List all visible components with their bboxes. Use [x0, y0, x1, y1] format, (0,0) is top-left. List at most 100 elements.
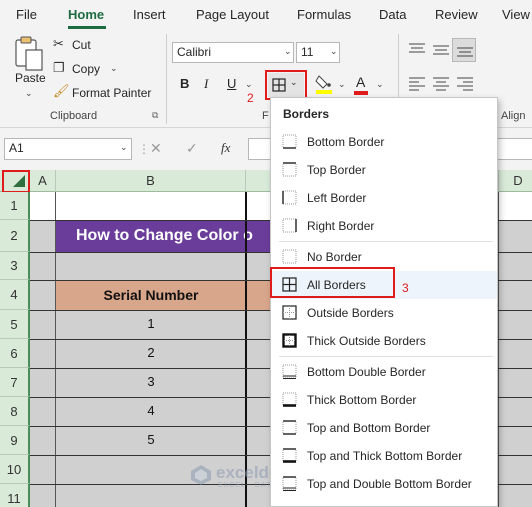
menu-item-label: Bottom Border — [307, 135, 385, 149]
align-right-icon[interactable] — [456, 76, 474, 92]
header-cell-c[interactable] — [246, 280, 270, 310]
menu-item-bottom-double-border[interactable]: Bottom Double Border — [271, 358, 497, 386]
font-name-field[interactable]: Calibri — [172, 42, 294, 63]
menu-item-label: Thick Outside Borders — [307, 334, 426, 348]
font-color-button[interactable]: A — [356, 74, 365, 90]
bold-button[interactable]: B — [180, 76, 189, 91]
menu-item-label: Bottom Double Border — [307, 365, 426, 379]
align-middle-icon[interactable] — [432, 42, 450, 58]
right-border-icon — [282, 218, 297, 233]
all-borders-highlight — [270, 267, 395, 298]
name-box-chevron-down-icon[interactable]: ⌄ — [120, 142, 128, 153]
align-center-icon[interactable] — [432, 76, 450, 92]
column-border-line — [498, 192, 499, 507]
menu-formulas[interactable]: Formulas — [297, 7, 351, 22]
row-header-11[interactable]: 11 — [0, 484, 30, 507]
fill-color-chevron-down-icon[interactable]: ⌄ — [338, 79, 346, 90]
menu-item-top-and-bottom-border[interactable]: Top and Bottom Border — [271, 414, 497, 442]
menu-page-layout[interactable]: Page Layout — [196, 7, 269, 22]
cancel-icon[interactable]: ✕ — [150, 140, 162, 157]
menu-item-label: Thick Bottom Border — [307, 393, 417, 407]
font-name-chevron-down-icon[interactable]: ⌄ — [284, 46, 292, 57]
row-header-3[interactable]: 3 — [0, 252, 30, 280]
font-color-chevron-down-icon[interactable]: ⌄ — [376, 79, 384, 90]
bottom-border-icon — [282, 134, 297, 149]
menu-item-top-and-double-bottom-border[interactable]: Top and Double Bottom Border — [271, 470, 497, 498]
menu-item-label: Top and Bottom Border — [307, 421, 431, 435]
font-size-value: 11 — [301, 45, 314, 59]
column-header-d[interactable]: D — [498, 170, 532, 192]
dialog-launcher-icon[interactable]: ⧉ — [152, 110, 158, 121]
borders-dropdown-menu: Borders Bottom Border Top Border Left Bo… — [270, 97, 498, 507]
row-header-9[interactable]: 9 — [0, 426, 30, 455]
name-box[interactable]: A1 — [4, 138, 132, 160]
copy-button[interactable]: Copy — [72, 62, 100, 76]
row-header-2[interactable]: 2 — [0, 220, 30, 252]
insert-function-icon[interactable]: fx — [221, 140, 230, 156]
row-header-6[interactable]: 6 — [0, 339, 30, 368]
select-all-highlight — [2, 170, 30, 193]
menu-item-left-border[interactable]: Left Border — [271, 184, 497, 212]
menu-insert[interactable]: Insert — [133, 7, 166, 22]
serial-number-cell[interactable]: 4 — [56, 403, 246, 418]
menu-item-thick-bottom-border[interactable]: Thick Bottom Border — [271, 386, 497, 414]
menu-view[interactable]: View — [502, 7, 530, 22]
row-header-7[interactable]: 7 — [0, 368, 30, 397]
align-left-icon[interactable] — [408, 76, 426, 92]
align-bottom-button[interactable] — [452, 38, 476, 62]
menu-item-right-border[interactable]: Right Border — [271, 212, 497, 240]
format-painter-button[interactable]: Format Painter — [72, 86, 151, 100]
column-header-a[interactable]: A — [30, 170, 56, 192]
serial-number-header-cell[interactable]: Serial Number — [56, 280, 246, 310]
format-painter-icon[interactable]: 🖌 — [53, 83, 70, 99]
menu-home[interactable]: Home — [68, 7, 104, 22]
no-border-icon — [282, 249, 297, 264]
menu-review[interactable]: Review — [435, 7, 478, 22]
paste-button[interactable]: Paste — [15, 71, 46, 85]
borders-button-highlight — [265, 70, 307, 100]
enter-icon[interactable]: ✓ — [186, 140, 198, 157]
paste-icon[interactable] — [12, 36, 46, 74]
menu-item-label: Top and Thick Bottom Border — [307, 449, 463, 463]
row-header-4[interactable]: 4 — [0, 280, 30, 310]
fill-color-icon[interactable] — [315, 74, 333, 94]
step-2-label: 2 — [247, 91, 254, 105]
underline-button[interactable]: U — [227, 76, 236, 91]
row-header-10[interactable]: 10 — [0, 455, 30, 484]
cut-button[interactable]: Cut — [72, 38, 91, 52]
row-header-8[interactable]: 8 — [0, 397, 30, 426]
align-top-icon[interactable] — [408, 42, 426, 58]
copy-icon[interactable]: ❐ — [53, 60, 65, 76]
outside-borders-icon — [282, 305, 297, 320]
menu-file[interactable]: File — [16, 7, 37, 22]
copy-chevron-down-icon[interactable]: ⌄ — [110, 63, 118, 74]
menu-item-bottom-border[interactable]: Bottom Border — [271, 128, 497, 156]
serial-number-cell[interactable]: 3 — [56, 374, 246, 389]
clipboard-group-label: Clipboard — [50, 110, 98, 122]
formula-bar-more-icon: ⋮ — [138, 142, 150, 156]
menu-item-top-and-thick-bottom-border[interactable]: Top and Thick Bottom Border — [271, 442, 497, 470]
italic-button[interactable]: I — [204, 76, 208, 92]
menu-item-thick-outside-borders[interactable]: Thick Outside Borders — [271, 327, 497, 355]
title-cell[interactable]: How to Change Color o — [56, 220, 276, 252]
serial-number-cell[interactable]: 1 — [56, 316, 246, 331]
cut-icon[interactable]: ✂ — [53, 36, 64, 52]
title-text: How to Change Color o — [76, 227, 253, 244]
ribbon-separator — [166, 34, 167, 124]
row-header-1[interactable]: 1 — [0, 192, 30, 220]
thick-outside-borders-icon — [282, 333, 297, 348]
top-and-double-bottom-border-icon — [282, 476, 297, 491]
menu-item-outside-borders[interactable]: Outside Borders — [271, 299, 497, 327]
serial-number-cell[interactable]: 5 — [56, 432, 246, 447]
menu-data[interactable]: Data — [379, 7, 406, 22]
menu-separator — [279, 356, 493, 357]
top-and-bottom-border-icon — [282, 420, 297, 435]
row-header-5[interactable]: 5 — [0, 310, 30, 339]
underline-chevron-down-icon[interactable]: ⌄ — [245, 79, 253, 90]
column-header-b[interactable]: B — [56, 170, 246, 192]
menu-item-top-border[interactable]: Top Border — [271, 156, 497, 184]
menu-item-label: Top Border — [307, 163, 366, 177]
serial-number-cell[interactable]: 2 — [56, 345, 246, 360]
paste-chevron-down-icon[interactable]: ⌄ — [25, 88, 33, 99]
font-size-chevron-down-icon[interactable]: ⌄ — [330, 46, 338, 57]
